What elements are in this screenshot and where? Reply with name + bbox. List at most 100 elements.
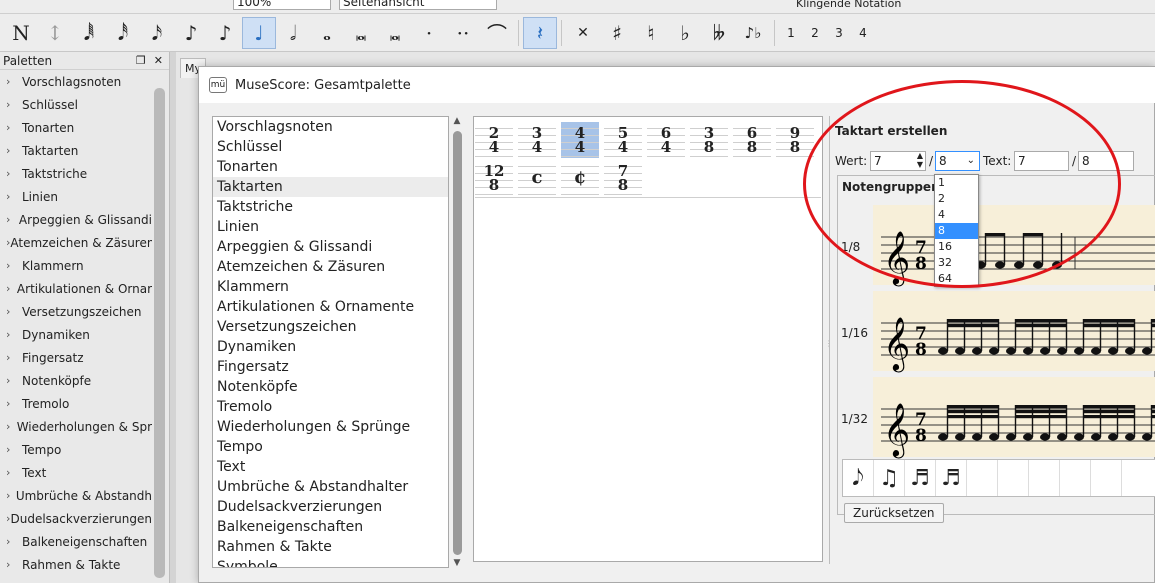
palette-item[interactable]: › Artikulationen & Ornar [0, 277, 152, 300]
palette-item[interactable]: › Taktarten [0, 139, 152, 162]
voice-2-button[interactable]: 2 [803, 17, 827, 49]
notehead [955, 433, 965, 441]
note-input-mode-button[interactable]: N [4, 17, 38, 49]
palette-item[interactable]: › Fingersatz [0, 346, 152, 369]
palette-item[interactable]: › Atemzeichen & Zäsuren [0, 231, 152, 254]
palette-item-label: Umbrüche & Abstandh [15, 488, 152, 503]
note-input-toolbar: N ↕ 𝅘𝅥𝅱 𝅘𝅥𝅰 𝅘𝅥𝅯 ♪ ♪ ♩ 𝅗𝅥 𝅝 𝅜 𝅜 · ·· ⌒ 𝄽 … [0, 14, 1155, 52]
category-item[interactable]: Symbole [213, 557, 448, 567]
zoom-field[interactable]: 100% [233, 0, 331, 10]
palette-item-label: Notenköpfe [22, 373, 92, 388]
category-item[interactable]: Balkeneigenschaften [213, 517, 448, 537]
palette-item[interactable]: › Arpeggien & Glissandi [0, 208, 152, 231]
palette-item[interactable]: › Umbrüche & Abstandh [0, 484, 152, 507]
double-dot-button[interactable]: ·· [446, 17, 480, 49]
notehead [938, 433, 948, 441]
voice-3-button[interactable]: 3 [827, 17, 851, 49]
voice-4-button[interactable]: 4 [851, 17, 875, 49]
reset-button[interactable]: Zurücksetzen [844, 503, 944, 523]
timesig-7-8-icon: 8 [915, 426, 927, 446]
palette-item-label: Atemzeichen & Zäsuren [10, 235, 152, 250]
dot-button[interactable]: · [412, 17, 446, 49]
chevron-right-icon: › [6, 535, 11, 548]
duration-32nd-button[interactable]: 𝅘𝅥𝅰 [106, 17, 140, 49]
palette-item[interactable]: › Versetzungszeichen [0, 300, 152, 323]
beam-start-icon[interactable]: 𝅘𝅥𝅮 [843, 460, 874, 496]
palette-item-label: Versetzungszeichen [22, 304, 142, 319]
beam-empty-cell [998, 460, 1029, 496]
palette-item[interactable]: › Tremolo [0, 392, 152, 415]
chevron-right-icon: › [6, 144, 11, 157]
treble-clef-icon: 𝄞 [883, 402, 910, 458]
palette-item-label: Arpeggien & Glissandi [18, 212, 152, 227]
top-toolbar: 100% Seitenansicht Klingende Notation [0, 0, 1155, 14]
palette-item[interactable]: › Dynamiken [0, 323, 152, 346]
flip-direction-button[interactable]: ♪♭ [736, 17, 770, 49]
voice-toggle-button[interactable]: ↕ [38, 17, 72, 49]
duration-half-button[interactable]: 𝅗𝅥 [276, 17, 310, 49]
notehead [1040, 433, 1050, 441]
category-item[interactable]: Dudelsackverzierungen [213, 497, 448, 517]
duration-whole-button[interactable]: 𝅝 [310, 17, 344, 49]
close-icon[interactable]: ✕ [154, 54, 163, 67]
chevron-right-icon: › [6, 190, 11, 203]
undock-icon[interactable]: ❐ [136, 54, 146, 67]
palette-item[interactable]: › Balkeneigenschaften [0, 530, 152, 553]
concert-pitch-toggle[interactable]: Klingende Notation [796, 0, 901, 10]
notehead [1023, 433, 1033, 441]
palette-item[interactable]: › Schlüssel [0, 93, 152, 116]
palette-item[interactable]: › Tempo [0, 438, 152, 461]
palette-item-label: Artikulationen & Ornar [16, 281, 152, 296]
note-beam [1015, 324, 1067, 328]
palettes-list: › Vorschlagsnoten › Schlüssel › Tonarten › Takt… [0, 70, 169, 576]
beam-empty-cell [1122, 460, 1153, 496]
duration-quarter-button[interactable]: ♩ [242, 16, 276, 49]
palette-item[interactable]: › Text [0, 461, 152, 484]
palette-item-label: Taktarten [22, 143, 79, 158]
palette-item[interactable]: › Klammern [0, 254, 152, 277]
chevron-right-icon: › [6, 259, 11, 272]
scroll-down-icon[interactable]: ▼ [450, 558, 464, 568]
palette-item[interactable]: › Taktstriche [0, 162, 152, 185]
flat-button[interactable]: ♭ [668, 17, 702, 49]
beam-32-icon[interactable]: ♬ [936, 460, 967, 496]
voice-1-button[interactable]: 1 [779, 17, 803, 49]
beam-middle-icon[interactable]: ♫ [874, 460, 905, 496]
duration-16th-button[interactable]: 𝅘𝅥𝅯 [140, 17, 174, 49]
double-flat-button[interactable]: 𝄫 [702, 17, 736, 49]
notehead [1125, 347, 1135, 355]
notehead [989, 433, 999, 441]
duration-eighth-button[interactable]: ♪ [208, 17, 242, 49]
palette-item[interactable]: › Rahmen & Takte [0, 553, 152, 576]
beam-16-icon[interactable]: ♬ [905, 460, 936, 496]
palette-item[interactable]: › Vorschlagsnoten [0, 70, 152, 93]
duration-breve-button[interactable]: 𝅜 [344, 17, 378, 49]
chevron-right-icon: › [6, 167, 11, 180]
palette-item-label: Tonarten [22, 120, 75, 135]
duration-64th-button[interactable]: 𝅘𝅥𝅱 [72, 17, 106, 49]
toggle-natural-off-button[interactable]: ✕ [566, 17, 600, 49]
chevron-right-icon: › [6, 282, 11, 295]
palette-item[interactable]: › Wiederholungen & Spr [0, 415, 152, 438]
sharp-button[interactable]: ♯ [600, 17, 634, 49]
palette-item[interactable]: › Dudelsackverzierungen [0, 507, 152, 530]
category-item[interactable]: Rahmen & Takte [213, 537, 448, 557]
toolbar-separator [561, 19, 562, 46]
palette-item[interactable]: › Linien [0, 185, 152, 208]
duration-dotted-eighth-button[interactable]: ♪ [174, 17, 208, 49]
rest-button[interactable]: 𝄽 [523, 16, 557, 49]
palette-item-label: Vorschlagsnoten [22, 74, 122, 89]
chevron-right-icon: › [6, 466, 11, 479]
tie-button[interactable]: ⌒ [480, 17, 514, 49]
natural-button[interactable]: ♮ [634, 17, 668, 49]
palettes-scrollbar[interactable] [154, 88, 165, 578]
beam-empty-cell [1091, 460, 1122, 496]
notehead [1108, 433, 1118, 441]
beam-empty-cell [967, 460, 998, 496]
palette-item[interactable]: › Notenköpfe [0, 369, 152, 392]
treble-clef-icon: 𝄞 [883, 316, 910, 372]
chevron-right-icon: › [6, 213, 11, 226]
palette-item[interactable]: › Tonarten [0, 116, 152, 139]
view-mode-select[interactable]: Seitenansicht [339, 0, 497, 10]
duration-longa-button[interactable]: 𝅜 [378, 17, 412, 49]
